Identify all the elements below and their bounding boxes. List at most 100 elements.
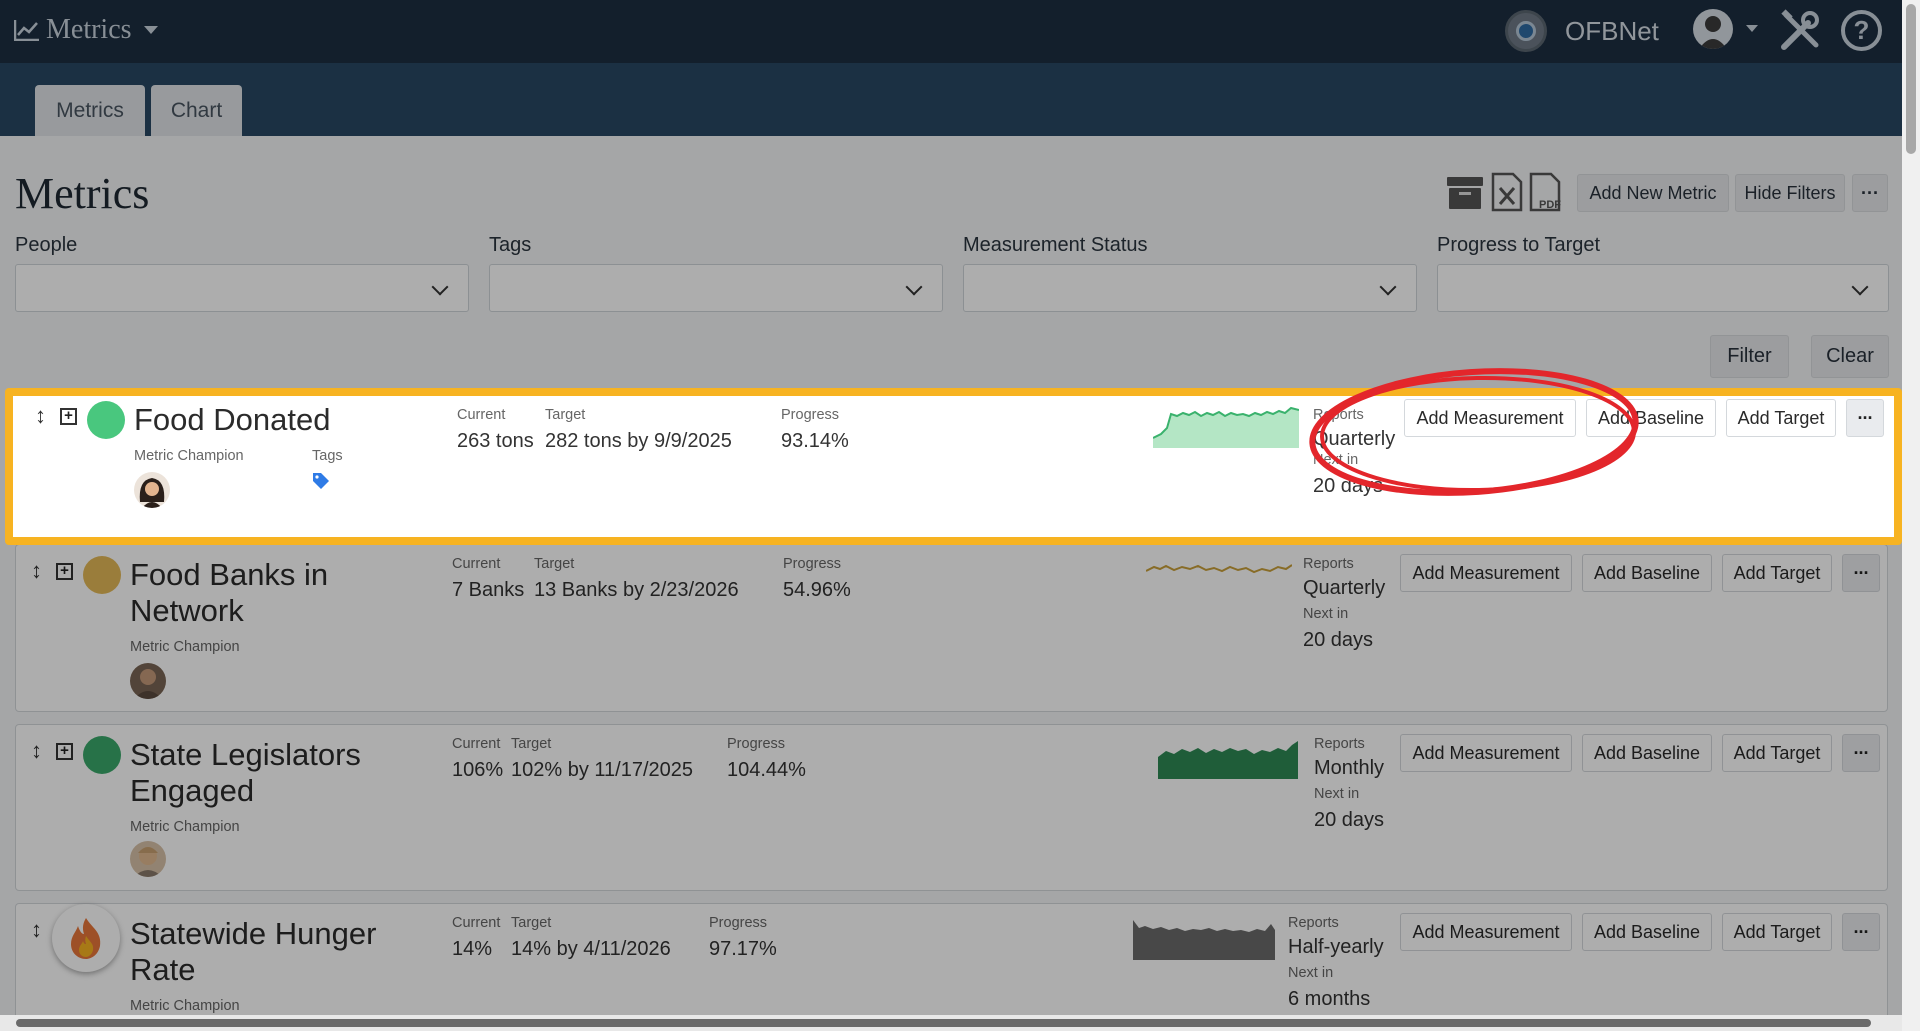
card-more-button[interactable]: ··· xyxy=(1842,554,1880,592)
progress-to-target-filter-label: Progress to Target xyxy=(1437,234,1601,256)
page-title: Metrics xyxy=(15,169,150,218)
target-value: 14% by 4/11/2026 xyxy=(511,938,671,960)
status-indicator xyxy=(87,401,125,439)
metric-title[interactable]: Food Donated xyxy=(134,402,330,438)
current-value: 106% xyxy=(452,759,504,781)
progress-to-target-select[interactable] xyxy=(1437,264,1889,312)
tags-label: Tags xyxy=(312,448,343,464)
metric-title[interactable]: State Legislators Engaged xyxy=(130,737,361,809)
tags-select[interactable] xyxy=(489,264,943,312)
status-indicator xyxy=(83,556,121,594)
metric-champion-label: Metric Champion xyxy=(130,639,240,655)
target-label: Target xyxy=(511,736,552,752)
tag-icon[interactable] xyxy=(312,472,330,490)
metric-title[interactable]: Statewide Hunger Rate xyxy=(130,916,376,988)
hide-filters-button[interactable]: Hide Filters xyxy=(1735,174,1845,212)
progress-label: Progress xyxy=(709,915,768,931)
card-more-button[interactable]: ··· xyxy=(1842,913,1880,951)
next-in-label: Next in xyxy=(1314,786,1360,802)
progress-label: Progress xyxy=(781,407,840,423)
progress-value: 104.44% xyxy=(727,759,806,781)
pdf-icon[interactable]: PDF xyxy=(1525,172,1565,212)
add-measurement-button[interactable]: Add Measurement xyxy=(1400,734,1572,772)
clear-button[interactable]: Clear xyxy=(1811,335,1889,378)
top-navbar: Metrics OFBNet ? xyxy=(0,0,1902,63)
scroll-thumb[interactable] xyxy=(16,1019,1871,1027)
archive-icon[interactable] xyxy=(1445,172,1485,212)
current-value: 14% xyxy=(452,938,493,960)
measurement-status-filter-label: Measurement Status xyxy=(963,234,1148,256)
reports-label: Reports xyxy=(1313,407,1364,423)
add-baseline-button[interactable]: Add Baseline xyxy=(1582,734,1712,772)
metric-title-line: Statewide Hunger xyxy=(130,916,377,951)
report-frequency: Quarterly xyxy=(1313,428,1396,450)
sort-handle-icon[interactable]: ↕ xyxy=(35,403,46,429)
add-measurement-button[interactable]: Add Measurement xyxy=(1404,399,1576,437)
progress-value: 93.14% xyxy=(781,430,849,452)
vertical-scrollbar[interactable] xyxy=(1902,0,1920,1031)
champion-avatar[interactable] xyxy=(130,663,166,699)
app-name[interactable]: Metrics xyxy=(46,14,132,46)
add-new-metric-button[interactable]: Add New Metric xyxy=(1577,174,1729,212)
expand-icon[interactable]: + xyxy=(56,563,73,580)
add-measurement-button[interactable]: Add Measurement xyxy=(1400,913,1572,951)
app-menu[interactable]: Metrics xyxy=(14,14,158,46)
tab-metrics[interactable]: Metrics xyxy=(35,85,145,136)
add-baseline-button[interactable]: Add Baseline xyxy=(1586,399,1716,437)
line-chart-icon xyxy=(14,20,39,41)
sort-handle-icon[interactable]: ↕ xyxy=(31,917,42,943)
progress-value: 54.96% xyxy=(783,579,851,601)
reports-label: Reports xyxy=(1314,736,1365,752)
metric-title-line: Network xyxy=(130,593,244,628)
metric-champion-label: Metric Champion xyxy=(130,819,240,835)
next-in-label: Next in xyxy=(1303,606,1349,622)
metric-champion-label: Metric Champion xyxy=(134,448,244,464)
page-more-button[interactable]: ··· xyxy=(1852,174,1888,212)
card-more-button[interactable]: ··· xyxy=(1846,399,1884,437)
add-target-button[interactable]: Add Target xyxy=(1722,554,1832,592)
user-avatar-icon[interactable] xyxy=(1693,9,1733,49)
add-target-button[interactable]: Add Target xyxy=(1722,913,1832,951)
next-in-label: Next in xyxy=(1313,452,1359,468)
current-label: Current xyxy=(457,407,506,423)
card-more-button[interactable]: ··· xyxy=(1842,734,1880,772)
tab-chart[interactable]: Chart xyxy=(151,85,242,136)
current-value: 7 Banks xyxy=(452,579,525,601)
add-measurement-button[interactable]: Add Measurement xyxy=(1400,554,1572,592)
report-frequency: Quarterly xyxy=(1303,577,1386,599)
next-in-value: 20 days xyxy=(1303,629,1374,651)
tools-icon[interactable] xyxy=(1778,9,1822,53)
next-in-value: 20 days xyxy=(1314,809,1385,831)
metric-card: ↕ + Food Banks in Network Metric Champion… xyxy=(15,544,1888,712)
metric-card: ↕ Statewide Hunger Rate Metric Champion C… xyxy=(15,903,1888,1023)
add-baseline-button[interactable]: Add Baseline xyxy=(1582,913,1712,951)
sort-handle-icon[interactable]: ↕ xyxy=(31,738,42,764)
target-label: Target xyxy=(511,915,552,931)
add-baseline-button[interactable]: Add Baseline xyxy=(1582,554,1712,592)
status-indicator xyxy=(83,736,121,774)
metric-title[interactable]: Food Banks in Network xyxy=(130,557,328,629)
caret-down-icon[interactable] xyxy=(143,26,158,34)
expand-icon[interactable]: + xyxy=(60,408,77,425)
progress-label: Progress xyxy=(727,736,786,752)
people-select[interactable] xyxy=(15,264,469,312)
excel-icon[interactable] xyxy=(1487,172,1527,212)
metric-card-highlighted: ↕ + Food Donated Metric Champion Tags Cu… xyxy=(5,388,1902,545)
add-target-button[interactable]: Add Target xyxy=(1722,734,1832,772)
sparkline xyxy=(1153,406,1299,448)
chevron-down-icon xyxy=(431,278,449,296)
org-switcher[interactable]: OFBNet xyxy=(1505,10,1659,52)
org-name[interactable]: OFBNet xyxy=(1565,16,1659,47)
sort-handle-icon[interactable]: ↕ xyxy=(31,558,42,584)
horizontal-scrollbar[interactable] xyxy=(0,1015,1902,1031)
help-icon[interactable]: ? xyxy=(1841,10,1882,51)
add-target-button[interactable]: Add Target xyxy=(1726,399,1836,437)
champion-avatar[interactable] xyxy=(130,841,166,877)
measurement-status-select[interactable] xyxy=(963,264,1417,312)
expand-icon[interactable]: + xyxy=(56,743,73,760)
champion-avatar[interactable] xyxy=(134,472,170,508)
reports-label: Reports xyxy=(1303,556,1354,572)
scroll-thumb[interactable] xyxy=(1906,4,1916,154)
filter-button[interactable]: Filter xyxy=(1710,335,1789,378)
user-menu-caret-icon[interactable] xyxy=(1746,25,1758,32)
